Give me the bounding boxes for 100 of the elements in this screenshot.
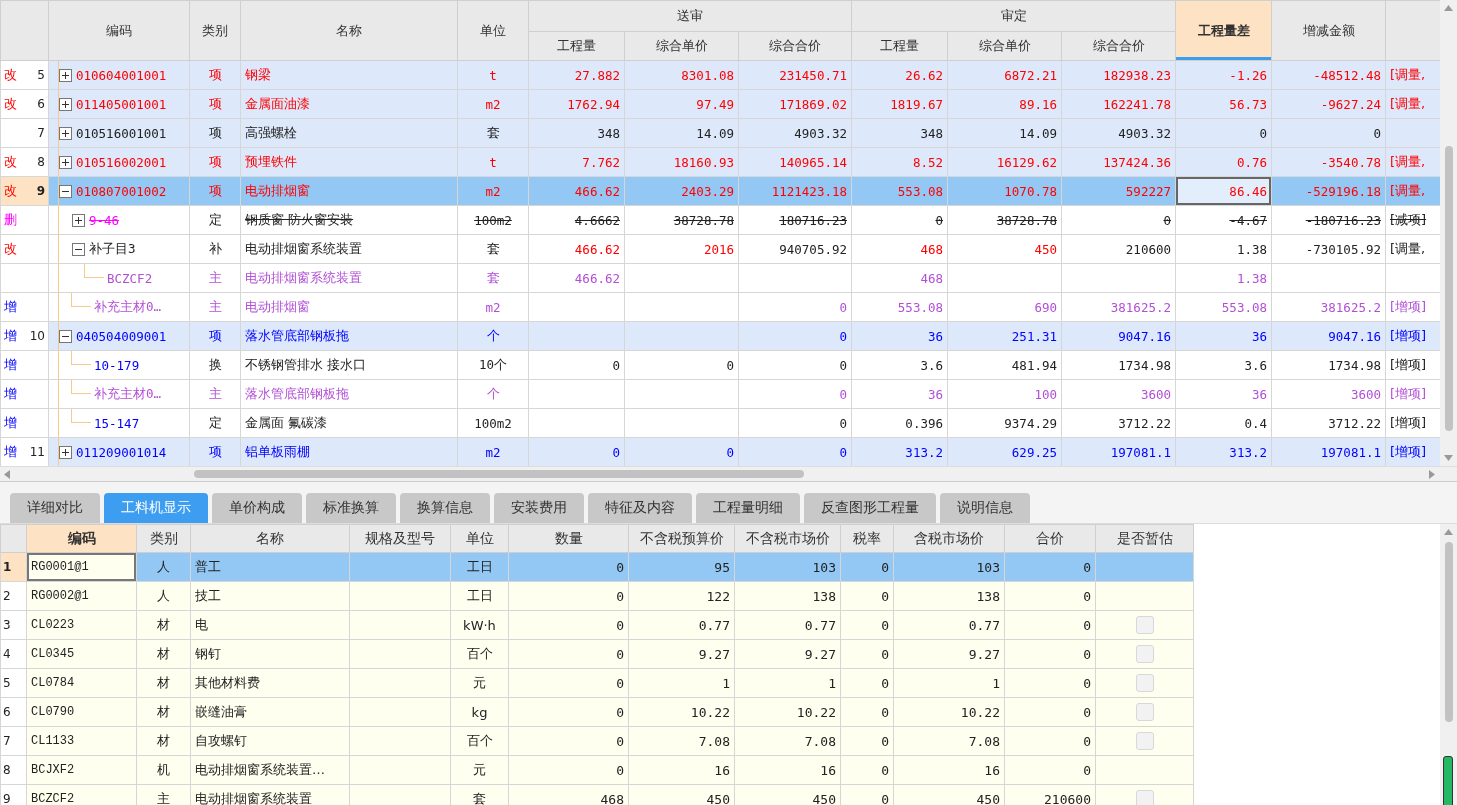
row-number[interactable]: 5 (0, 668, 27, 698)
row-number[interactable]: 3 (0, 610, 27, 640)
table-row[interactable]: 改 8 010516002001 项 预埋铁件 t 7.762 18160.93 140965.14 8.52 16129.62 137424.36 0.76 -3540.78 [调量, (0, 147, 1440, 177)
column-header[interactable]: 工程量 (851, 31, 948, 61)
scroll-down-icon[interactable] (1444, 455, 1453, 461)
table-row[interactable]: 改 6 011405001001 项 金属面油漆 m2 1762.94 97.49 171869.02 1819.67 89.16 162241.78 56.73 -9627.24 [调量, (0, 89, 1440, 119)
scrollbar-thumb[interactable] (1444, 542, 1453, 722)
collapse-icon[interactable] (72, 242, 85, 256)
row-number[interactable]: 7 (0, 726, 27, 756)
row-header[interactable]: 增 (0, 379, 49, 409)
vertical-scrollbar[interactable] (1440, 0, 1457, 466)
column-header[interactable]: 不含税市场价 (734, 524, 841, 553)
column-header[interactable]: 数量 (508, 524, 629, 553)
column-header[interactable]: 类别 (189, 0, 241, 61)
tab[interactable]: 安装费用 (494, 493, 584, 523)
column-header[interactable]: 编码 (26, 524, 137, 553)
tab[interactable]: 工程量明细 (696, 493, 800, 523)
row-header[interactable]: 7 (0, 118, 49, 148)
table-row[interactable]: 增 补充主材0… 主 电动排烟窗 m2 0 553.08 690 381625.2 553.08 381625.2 [增项] (0, 292, 1440, 322)
row-header[interactable] (0, 263, 49, 293)
table-row[interactable]: 7 010516001001 项 高强螺栓 套 348 14.09 4903.32 348 14.09 4903.32 0 0 (0, 118, 1440, 148)
scroll-up-icon[interactable] (1444, 529, 1453, 535)
checkbox[interactable] (1135, 703, 1154, 721)
row-header[interactable]: 改 8 (0, 147, 49, 177)
column-header[interactable]: 综合单价 (624, 31, 739, 61)
table-row[interactable]: 增 11 011209001014 项 铝单板雨棚 m2 0 0 0 313.2 629.25 197081.1 313.2 197081.1 [增项] (0, 437, 1440, 466)
column-header[interactable]: 单位 (450, 524, 509, 553)
table-row[interactable]: 改 9 010807001002 项 电动排烟窗 m2 466.62 2403.29 1121423.18 553.08 1070.78 592227 86.46 -529196.18 [调量, (0, 176, 1440, 206)
row-header[interactable]: 改 5 (0, 60, 49, 90)
horizontal-scrollbar[interactable] (0, 466, 1457, 481)
row-header[interactable]: 改 9 (0, 176, 49, 206)
tab[interactable]: 单价构成 (212, 493, 302, 523)
table-row[interactable]: BCZCF2 主 电动排烟窗系统装置 套 466.62 468 1.38 (0, 263, 1440, 293)
tab[interactable]: 标准换算 (306, 493, 396, 523)
checkbox[interactable] (1135, 732, 1154, 750)
column-header[interactable]: 综合单价 (947, 31, 1062, 61)
expand-icon[interactable] (59, 97, 72, 111)
table-cell: 381625.2 (1271, 292, 1386, 322)
row-number[interactable]: 4 (0, 639, 27, 669)
table-cell: 100m2 (457, 205, 529, 235)
scroll-left-icon[interactable] (4, 469, 10, 479)
checkbox[interactable] (1135, 616, 1154, 634)
collapse-icon[interactable] (59, 329, 72, 343)
table-row[interactable]: 增 10-179 换 不锈钢管排水 接水口 10个 0 0 0 3.6 481.94 1734.98 3.6 1734.98 [增项] (0, 350, 1440, 380)
column-header[interactable]: 名称 (190, 524, 350, 553)
expand-icon[interactable] (59, 445, 72, 459)
collapse-icon[interactable] (59, 184, 72, 198)
column-header[interactable]: 综合合价 (738, 31, 852, 61)
row-header[interactable]: 改 (0, 234, 49, 264)
column-header[interactable]: 工程量 (528, 31, 625, 61)
checkbox[interactable] (1135, 790, 1154, 805)
column-header[interactable]: 单位 (457, 0, 529, 61)
change-mark: 增 (4, 327, 17, 345)
table-row[interactable]: 改 补子目3 补 电动排烟窗系统装置 套 466.62 2016 940705.92 468 450 210600 1.38 -730105.92 [调量, (0, 234, 1440, 264)
tab[interactable]: 说明信息 (940, 493, 1030, 523)
checkbox[interactable] (1135, 674, 1154, 692)
row-number[interactable]: 9 (0, 784, 27, 805)
column-header[interactable]: 规格及型号 (349, 524, 451, 553)
column-header[interactable]: 增减金额 (1271, 0, 1386, 61)
tab[interactable]: 特征及内容 (588, 493, 692, 523)
scroll-up-icon[interactable] (1444, 5, 1453, 11)
column-header[interactable]: 编码 (48, 0, 190, 61)
scroll-right-icon[interactable] (1429, 469, 1435, 479)
scrollbar-thumb[interactable] (194, 470, 804, 478)
row-header[interactable]: 增 11 (0, 437, 49, 466)
row-number[interactable]: 1 (0, 552, 27, 582)
column-header[interactable]: 税率 (840, 524, 894, 553)
table-row[interactable]: 增 补充主材0… 主 落水管底部钢板拖 个 0 36 100 3600 36 3600 [增项] (0, 379, 1440, 409)
row-number[interactable]: 6 (0, 697, 27, 727)
row-header[interactable]: 增 (0, 350, 49, 380)
tab[interactable]: 反查图形工程量 (804, 493, 936, 523)
row-header[interactable]: 改 6 (0, 89, 49, 119)
table-row[interactable]: 增 15-147 定 金属面 氟碳漆 100m2 0 0.396 9374.29 3712.22 0.4 3712.22 [增项] (0, 408, 1440, 438)
tab[interactable]: 详细对比 (10, 493, 100, 523)
expand-icon[interactable] (72, 213, 85, 227)
column-header[interactable]: 综合合价 (1061, 31, 1176, 61)
scrollbar-thumb[interactable] (1444, 146, 1453, 431)
table-row[interactable]: 增 10 040504009001 项 落水管底部钢板拖 个 0 36 251.31 9047.16 36 9047.16 [增项] (0, 321, 1440, 351)
tab[interactable]: 换算信息 (400, 493, 490, 523)
vertical-scrollbar[interactable] (1440, 524, 1457, 805)
column-header[interactable]: 类别 (136, 524, 191, 553)
row-header[interactable]: 增 (0, 292, 49, 322)
expand-icon[interactable] (59, 155, 72, 169)
column-header[interactable]: 合价 (1004, 524, 1096, 553)
tree-line (71, 380, 91, 394)
row-number[interactable]: 2 (0, 581, 27, 611)
expand-icon[interactable] (59, 126, 72, 140)
column-header[interactable]: 含税市场价 (893, 524, 1005, 553)
expand-icon[interactable] (59, 68, 72, 82)
column-header[interactable]: 名称 (240, 0, 458, 61)
table-row[interactable]: 删 9-46 定 钢质窗 防火窗安装 100m2 4.6662 38728.78 180716.23 0 38728.78 0 -4.67 -180716.23 [减项] (0, 205, 1440, 235)
column-header[interactable]: 不含税预算价 (628, 524, 735, 553)
row-number[interactable]: 8 (0, 755, 27, 785)
checkbox[interactable] (1135, 645, 1154, 663)
row-header[interactable]: 增 10 (0, 321, 49, 351)
column-header[interactable]: 是否暂估 (1095, 524, 1194, 553)
table-row[interactable]: 改 5 010604001001 项 钢梁 t 27.882 8301.08 231450.71 26.62 6872.21 182938.23 -1.26 -48512.48 [调量, (0, 60, 1440, 90)
column-header[interactable] (1385, 0, 1440, 61)
column-header[interactable]: 工程量差 (1175, 0, 1272, 61)
row-header[interactable]: 增 (0, 408, 49, 438)
